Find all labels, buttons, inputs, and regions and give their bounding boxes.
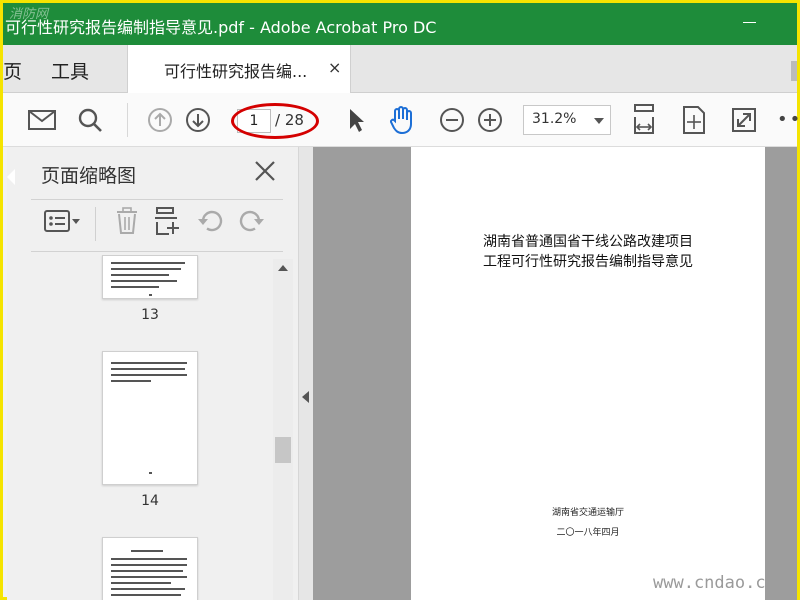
zoom-out-icon[interactable] bbox=[437, 105, 467, 135]
panel-title: 页面缩略图 bbox=[41, 165, 137, 187]
thumbnail-page-number: 13 bbox=[141, 307, 159, 323]
more-tools-icon[interactable]: •• bbox=[777, 109, 800, 130]
document-issuer: 湖南省交通运输厅 bbox=[551, 508, 624, 518]
full-screen-icon[interactable] bbox=[729, 105, 759, 135]
watermark-site: www.cndao.c bbox=[653, 573, 766, 593]
chevron-down-icon bbox=[594, 118, 604, 124]
hand-tool-icon[interactable] bbox=[387, 105, 417, 135]
thumbnail-scrollbar[interactable] bbox=[273, 259, 293, 600]
page-thumbnail[interactable] bbox=[102, 351, 198, 485]
title-bar: 消防网 可行性研究报告编制指导意见.pdf - Adobe Acrobat Pr… bbox=[3, 3, 797, 45]
chevron-left-icon bbox=[302, 391, 309, 403]
document-view[interactable]: 湖南省普通国省干线公路改建项目 工程可行性研究报告编制指导意见 湖南省交通运输厅… bbox=[313, 147, 797, 600]
thumbnail-options-icon[interactable] bbox=[41, 205, 85, 237]
panel-divider bbox=[31, 199, 283, 200]
panel-divider bbox=[31, 251, 283, 252]
scroll-up-icon[interactable] bbox=[278, 265, 288, 271]
rotate-left-icon[interactable] bbox=[195, 205, 227, 237]
page-thumbnail[interactable] bbox=[102, 255, 198, 299]
document-date: 二〇一八年四月 bbox=[556, 528, 620, 538]
window-title: 可行性研究报告编制指导意见.pdf - Adobe Acrobat Pro DC bbox=[5, 18, 437, 37]
tab-document-label: 可行性研究报告编... bbox=[164, 62, 308, 81]
toolbar-separator bbox=[127, 103, 128, 137]
document-title-line: 工程可行性研究报告编制指导意见 bbox=[483, 254, 693, 270]
trash-icon[interactable] bbox=[111, 205, 143, 237]
next-page-icon[interactable] bbox=[183, 105, 213, 135]
fit-width-icon[interactable] bbox=[629, 104, 659, 135]
rotate-right-icon[interactable] bbox=[235, 205, 267, 237]
tab-tools[interactable]: 工具 bbox=[51, 57, 89, 84]
scrollbar-thumb[interactable] bbox=[275, 437, 291, 463]
document-page: 湖南省普通国省干线公路改建项目 工程可行性研究报告编制指导意见 湖南省交通运输厅… bbox=[411, 147, 765, 600]
thumbnail-page-number: 14 bbox=[141, 493, 159, 509]
panel-pointer bbox=[7, 169, 15, 185]
thumbnail-list: 13 14 bbox=[7, 255, 273, 600]
previous-page-icon[interactable] bbox=[145, 105, 175, 135]
main-toolbar: 1 / 28 31.2% •• bbox=[3, 93, 800, 147]
tab-home[interactable]: 页 bbox=[3, 57, 22, 84]
zoom-level-select[interactable]: 31.2% bbox=[523, 105, 611, 135]
page-navigator: 1 / 28 bbox=[231, 103, 321, 139]
zoom-in-icon[interactable] bbox=[475, 105, 505, 135]
envelope-icon[interactable] bbox=[27, 105, 57, 135]
tab-scrollbar[interactable] bbox=[791, 61, 797, 81]
page-thumbnails-panel: 页面缩略图 13 14 bbox=[7, 147, 299, 600]
panel-collapse-handle[interactable] bbox=[299, 147, 313, 600]
search-icon[interactable] bbox=[75, 105, 105, 135]
minimize-button[interactable] bbox=[741, 13, 759, 31]
insert-page-icon[interactable] bbox=[151, 205, 183, 237]
fit-page-icon[interactable] bbox=[679, 105, 709, 135]
close-icon[interactable] bbox=[251, 157, 279, 185]
document-title-line: 湖南省普通国省干线公路改建项目 bbox=[483, 234, 693, 250]
select-arrow-icon[interactable] bbox=[341, 105, 371, 135]
tab-close-icon[interactable]: × bbox=[328, 58, 341, 77]
red-annotation-oval bbox=[231, 103, 319, 139]
panel-tool-separator bbox=[95, 207, 96, 241]
tab-bar: 页 工具 可行性研究报告编... × bbox=[3, 45, 797, 93]
zoom-level-value: 31.2% bbox=[532, 111, 577, 127]
page-thumbnail[interactable] bbox=[102, 537, 198, 600]
tab-document[interactable]: 可行性研究报告编... × bbox=[127, 45, 351, 93]
